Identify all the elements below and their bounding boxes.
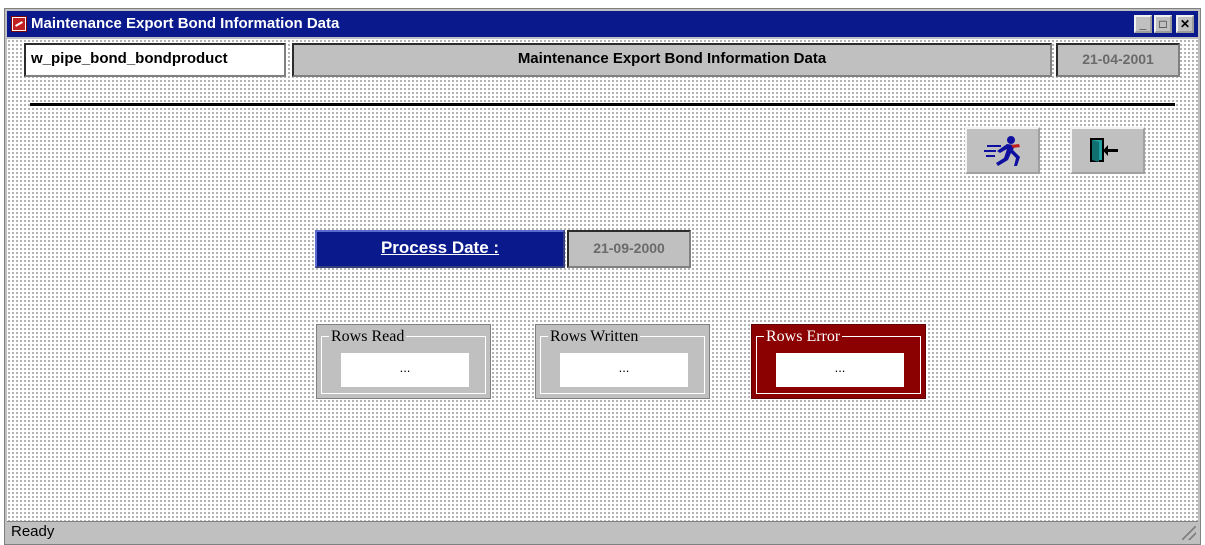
rows-read-label: Rows Read xyxy=(329,328,407,346)
rows-written-label: Rows Written xyxy=(548,328,641,346)
header-divider xyxy=(30,103,1175,106)
window-title: Maintenance Export Bond Information Data xyxy=(31,15,340,32)
rows-read-group: Rows Read ... xyxy=(316,324,491,399)
page-title: Maintenance Export Bond Information Data xyxy=(292,43,1052,77)
rows-error-value: ... xyxy=(776,353,904,387)
main-window: Maintenance Export Bond Information Data… xyxy=(4,8,1201,545)
run-process-button[interactable] xyxy=(965,127,1040,174)
rows-written-value: ... xyxy=(560,353,688,387)
form-canvas xyxy=(7,39,1198,522)
title-bar[interactable]: Maintenance Export Bond Information Data… xyxy=(7,11,1198,37)
running-man-icon xyxy=(984,136,1020,166)
close-button[interactable]: ✕ xyxy=(1176,15,1194,33)
exit-button[interactable] xyxy=(1070,127,1145,174)
status-bar: Ready xyxy=(7,521,1198,542)
app-icon[interactable] xyxy=(11,16,27,32)
process-date-label: Process Date : xyxy=(315,230,565,268)
rows-error-group: Rows Error ... xyxy=(751,324,926,399)
rows-written-group: Rows Written ... xyxy=(535,324,710,399)
exit-door-icon xyxy=(1090,138,1118,162)
status-text: Ready xyxy=(11,523,55,540)
rows-read-value: ... xyxy=(341,353,469,387)
resize-grip-icon[interactable] xyxy=(1182,526,1196,540)
current-date: 21-04-2001 xyxy=(1056,43,1180,77)
rows-error-label: Rows Error xyxy=(764,328,843,346)
maximize-button[interactable]: □ xyxy=(1154,15,1172,33)
window-object-name: w_pipe_bond_bondproduct xyxy=(24,43,286,77)
minimize-button[interactable]: _ xyxy=(1134,15,1152,33)
process-date-value[interactable]: 21-09-2000 xyxy=(567,230,691,268)
